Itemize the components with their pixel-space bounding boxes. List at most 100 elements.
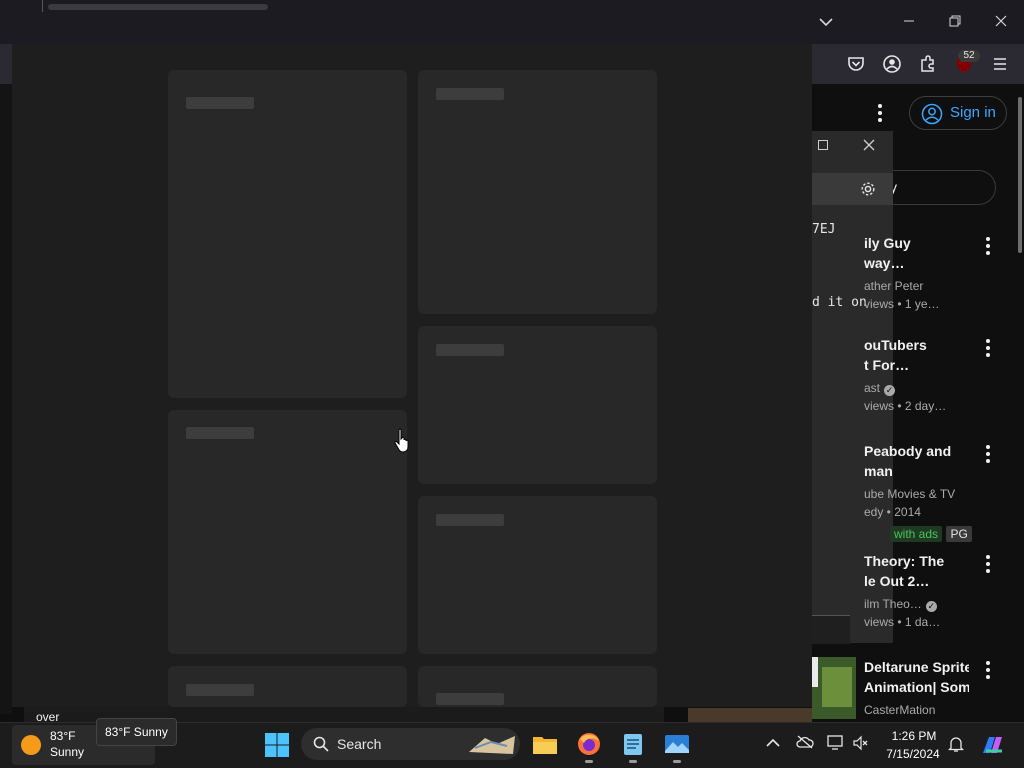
weather-condition: Sunny: [50, 745, 85, 759]
restore-icon: [949, 15, 961, 27]
video-title: Animation| Som…: [864, 679, 969, 695]
list-item[interactable]: ily Guy way… ather Peter views • 1 ye…: [812, 233, 1024, 323]
skeleton-line: [186, 427, 254, 439]
running-indicator: [673, 760, 681, 763]
account-icon: [883, 55, 901, 73]
video-title: ily Guy: [864, 235, 911, 251]
verified-check-icon: ✓: [884, 385, 896, 396]
restore-button[interactable]: [943, 10, 967, 34]
video-channel: ather Peter: [864, 279, 924, 293]
skeleton-card: [168, 666, 407, 707]
video-channel: ast ✓: [864, 379, 974, 397]
page-scrollbar[interactable]: [1018, 97, 1022, 253]
more-options-icon[interactable]: [986, 445, 990, 463]
close-icon[interactable]: [863, 139, 875, 151]
running-indicator: [585, 760, 593, 763]
chevron-up-icon: [766, 738, 780, 747]
tab-strip: [0, 0, 1024, 44]
clock-date[interactable]: 7/15/2024: [880, 747, 946, 761]
minimize-icon: [904, 20, 914, 22]
video-title: way…: [864, 255, 905, 271]
start-button[interactable]: [264, 732, 290, 758]
channel-name: ilm Theo…: [864, 597, 922, 611]
copilot-button[interactable]: [980, 733, 1006, 759]
list-item[interactable]: Theory: The le Out 2… ilm Theo… ✓ views •…: [812, 551, 1024, 641]
video-title: Peabody and: [864, 443, 952, 459]
sign-in-button[interactable]: Sign in: [909, 96, 1007, 130]
taskbar-search[interactable]: Search: [301, 728, 520, 760]
pocket-button[interactable]: [844, 52, 868, 76]
video-stats: edy • 2014: [864, 505, 921, 519]
skeleton-card: [418, 70, 657, 314]
weather-tooltip: 83°F Sunny: [96, 718, 177, 746]
more-options-icon[interactable]: [878, 104, 882, 122]
list-item[interactable]: ouTubers t For… ast ✓ views • 2 day…: [812, 335, 1024, 425]
app-menu-button[interactable]: [988, 52, 1012, 76]
speaker-muted-icon: [853, 735, 868, 751]
search-label: Search: [337, 736, 382, 752]
skeleton-card: [418, 496, 657, 654]
list-all-tabs-button[interactable]: [814, 10, 838, 34]
loading-window: [12, 44, 812, 707]
skeleton-line: [436, 693, 504, 705]
photos-app[interactable]: [664, 731, 690, 757]
copilot-icon: [983, 737, 1002, 753]
cloud-offline-icon: [796, 735, 814, 749]
maximize-icon[interactable]: [818, 140, 828, 150]
photos-icon: [665, 735, 689, 753]
skeleton-card: [168, 70, 407, 398]
notepad-app[interactable]: [620, 731, 646, 757]
video-stats: views • 2 day…: [864, 399, 947, 413]
account-button[interactable]: [880, 52, 904, 76]
bell-icon: [947, 737, 965, 752]
video-stats: views • 1 ye…: [864, 297, 940, 311]
close-window-button[interactable]: [989, 10, 1013, 34]
gear-icon[interactable]: [860, 181, 876, 197]
puzzle-icon: [921, 55, 934, 72]
search-highlight-icon: [469, 736, 515, 754]
firefox-icon: [578, 733, 600, 755]
video-title: le Out 2…: [864, 573, 930, 589]
more-options-icon[interactable]: [986, 237, 990, 255]
video-title: Deltarune Sprite: [864, 659, 969, 675]
firefox-app[interactable]: [576, 731, 602, 757]
tab-placeholder[interactable]: [48, 4, 268, 10]
extensions-button[interactable]: [916, 52, 940, 76]
show-hidden-icons-button[interactable]: [764, 735, 782, 753]
folder-icon: [533, 737, 557, 754]
clock-time[interactable]: 1:26 PM: [884, 729, 944, 743]
skeleton-line: [436, 514, 504, 526]
skeleton-card: [168, 410, 407, 654]
pocket-icon: [848, 57, 864, 71]
hamburger-menu-icon: [994, 58, 1006, 70]
video-thumbnail-strip: [688, 708, 812, 722]
file-explorer-app[interactable]: [532, 731, 558, 757]
minimize-button[interactable]: [897, 10, 921, 34]
onedrive-tray[interactable]: [796, 735, 814, 753]
channel-name: ast: [864, 381, 881, 395]
notifications-button[interactable]: [947, 735, 965, 753]
more-options-icon[interactable]: [986, 339, 990, 357]
rating-badge: PG: [946, 526, 972, 542]
skeleton-line: [436, 344, 504, 356]
volume-tray[interactable]: [852, 735, 870, 753]
close-icon: [995, 15, 1007, 27]
list-item[interactable]: Peabody and man ube Movies & TV edy • 20…: [812, 441, 1024, 546]
network-tray[interactable]: [827, 735, 845, 753]
free-with-ads-badge: with ads: [890, 526, 943, 542]
chevron-down-icon: [819, 18, 833, 27]
video-channel: ilm Theo… ✓: [864, 595, 974, 613]
verified-check-icon: ✓: [925, 601, 937, 612]
user-circle-icon: [921, 103, 943, 125]
left-edge-panel: [0, 84, 12, 714]
skeleton-line: [436, 88, 504, 100]
more-options-icon[interactable]: [986, 555, 990, 573]
skeleton-line: [186, 97, 254, 109]
video-stats: views • 1 da…: [864, 615, 941, 629]
more-options-icon[interactable]: [986, 661, 990, 679]
list-item[interactable]: Deltarune Sprite Animation| Som… CasterM…: [812, 657, 1024, 722]
windows-logo-icon: [265, 733, 289, 757]
video-title: man: [864, 463, 893, 479]
video-channel: ube Movies & TV: [864, 487, 956, 501]
video-chips: with ads PG: [890, 525, 972, 543]
